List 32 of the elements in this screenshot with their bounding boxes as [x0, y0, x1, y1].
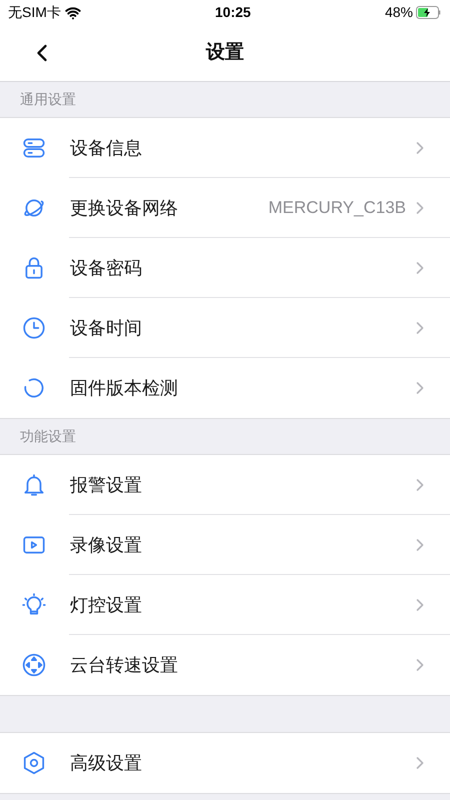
direction-pad-icon	[21, 652, 47, 678]
row-label: 更换设备网络	[70, 196, 178, 220]
settings-row[interactable]: 设备信息	[0, 118, 450, 178]
battery-icon	[416, 6, 442, 19]
section-header: 功能设置	[20, 427, 76, 446]
row-label: 云台转速设置	[70, 654, 178, 676]
settings-row[interactable]: 更换设备网络 MERCURY_C13B	[0, 178, 450, 238]
row-value: MERCURY_C13B	[268, 197, 406, 220]
hexagon-icon	[21, 750, 47, 776]
clock-time: 10:25	[215, 3, 251, 22]
settings-row[interactable]: 录像设置	[0, 515, 450, 575]
row-label: 灯控设置	[70, 594, 142, 616]
row-label: 设备密码	[70, 256, 142, 280]
wifi-icon	[64, 4, 81, 20]
row-label: 高级设置	[70, 752, 142, 774]
row-label: 录像设置	[70, 534, 142, 556]
settings-row[interactable]: 设备时间	[0, 298, 450, 358]
row-label: 设备时间	[70, 316, 142, 340]
carrier-text: 无SIM卡	[8, 3, 61, 22]
clock-icon	[21, 315, 47, 341]
row-label: 报警设置	[70, 474, 142, 496]
battery-percent: 48%	[384, 3, 413, 22]
settings-row[interactable]: 固件版本检测	[0, 358, 450, 418]
page-title: 设置	[206, 40, 244, 65]
settings-row[interactable]: 报警设置	[0, 455, 450, 515]
section-header: 通用设置	[20, 90, 76, 109]
settings-row[interactable]: 云台转速设置	[0, 635, 450, 695]
row-label: 固件版本检测	[70, 376, 178, 400]
row-label: 设备信息	[70, 136, 142, 160]
settings-row[interactable]: 高级设置	[0, 733, 450, 793]
settings-row[interactable]: 灯控设置	[0, 575, 450, 635]
settings-row[interactable]: 设备密码	[0, 238, 450, 298]
